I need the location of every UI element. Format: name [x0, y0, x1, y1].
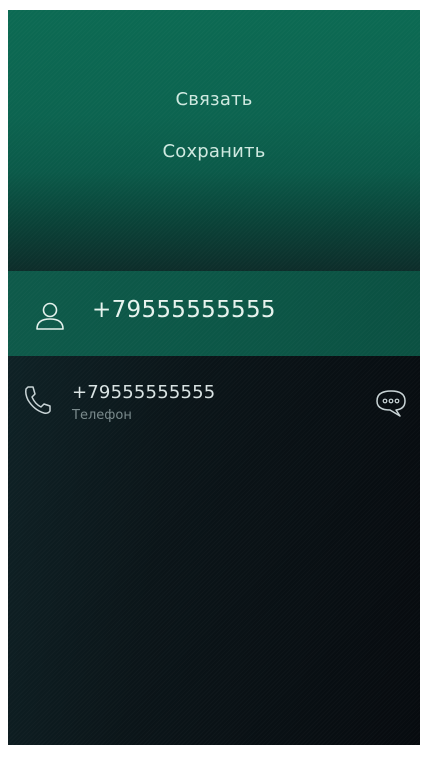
person-outline-icon	[36, 302, 64, 330]
phone-handset-icon[interactable]	[22, 384, 52, 416]
message-bubble-icon[interactable]	[374, 388, 408, 418]
contact-header: +79555555555	[8, 271, 420, 356]
phone-type-label: Телефон	[72, 408, 132, 423]
phone-number[interactable]: +79555555555	[72, 382, 215, 404]
menu-item-link[interactable]: Связать	[8, 88, 420, 112]
pulley-menu: Связать Сохранить	[8, 10, 420, 271]
contact-card-screen: Связать Сохранить +79555555555 +79555555…	[8, 10, 420, 745]
contact-name-number: +79555555555	[92, 297, 276, 323]
menu-item-save[interactable]: Сохранить	[8, 140, 420, 164]
phone-detail-row[interactable]: +79555555555 Телефон	[8, 378, 420, 436]
